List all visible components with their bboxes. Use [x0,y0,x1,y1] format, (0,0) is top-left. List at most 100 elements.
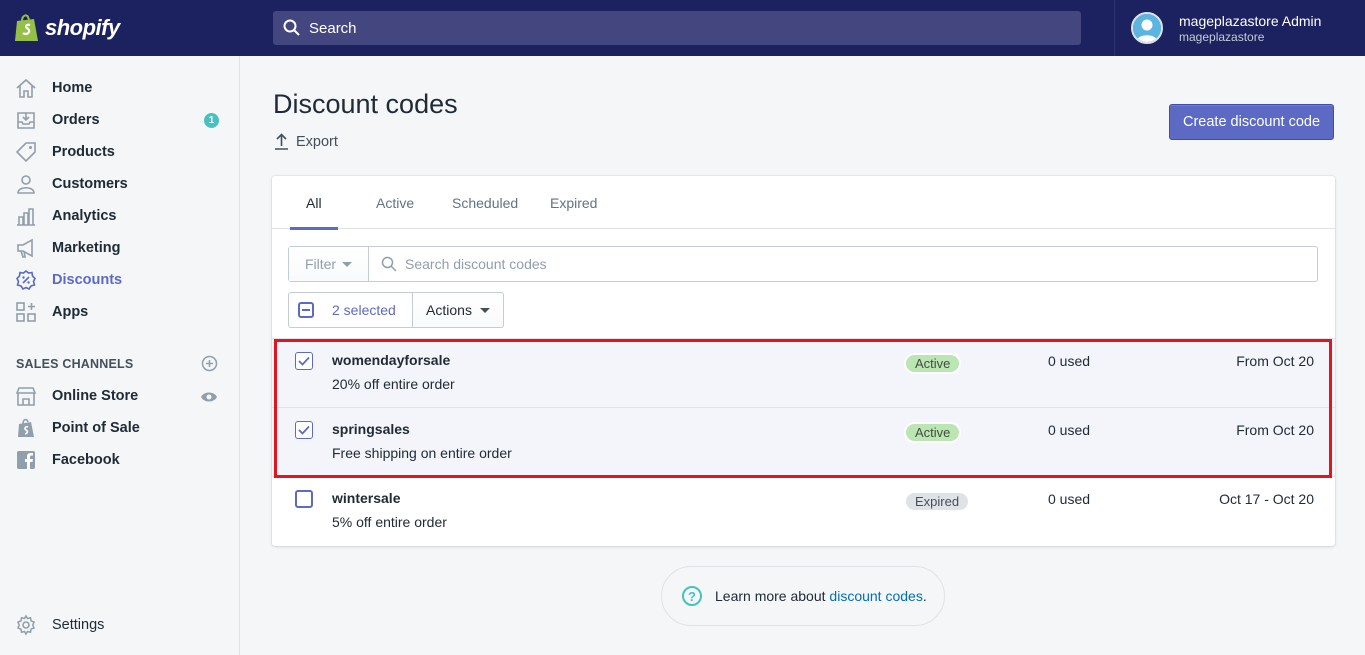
tag-icon [15,141,37,163]
row-checkbox[interactable] [295,421,313,439]
sidebar-item-facebook[interactable]: Facebook [0,444,239,476]
search-placeholder: Search discount codes [405,256,547,272]
indeterminate-checkbox[interactable] [298,302,314,318]
orders-count-badge: 1 [204,112,219,128]
sidebar-item-point-of-sale[interactable]: Point of Sale [0,412,239,444]
search-input[interactable]: Search [273,11,1081,45]
tab-all[interactable]: All [290,176,338,230]
usage-count: 0 used [1048,353,1091,369]
user-menu[interactable]: mageplazastore Admin mageplazastore [1114,0,1365,56]
discount-codes-card: All Active Scheduled Expired Filter Sear… [272,176,1335,546]
user-name: mageplazastore Admin [1179,12,1322,29]
brand-name: shopify [45,15,120,40]
sidebar-item-settings[interactable]: Settings [0,609,239,641]
table-row[interactable]: womendayforsale 20% off entire order Act… [272,338,1335,407]
date-range: From Oct 20 [1236,353,1314,369]
person-icon [15,173,37,195]
sidebar-item-label: Orders [52,112,100,128]
facebook-icon [15,449,37,471]
shopify-bag-icon [14,13,40,43]
page-title: Discount codes [273,89,458,119]
search-placeholder: Search [309,19,357,37]
create-discount-code-button[interactable]: Create discount code [1169,104,1334,140]
learn-more-callout: ? Learn more about discount codes. [661,566,945,626]
bar-chart-icon [15,205,37,227]
learn-more-prefix: Learn more about [715,588,826,604]
sidebar-item-label: Apps [52,304,89,320]
sidebar-item-label: Settings [52,617,105,633]
table-row[interactable]: wintersale 5% off entire order Expired 0… [272,476,1335,546]
shopify-logo[interactable]: shopify [0,0,240,56]
sidebar-item-products[interactable]: Products [0,136,239,168]
sidebar-item-home[interactable]: Home [0,72,239,104]
sidebar-item-apps[interactable]: Apps [0,296,239,328]
row-checkbox[interactable] [295,352,313,370]
status-badge: Active [904,422,962,443]
user-store: mageplazastore [1179,29,1265,44]
usage-count: 0 used [1048,422,1091,438]
bulk-select-toggle[interactable]: 2 selected [288,292,413,328]
table-row[interactable]: springsales Free shipping on entire orde… [272,407,1335,476]
sidebar-item-customers[interactable]: Customers [0,168,239,200]
export-button[interactable]: Export [274,133,338,150]
apps-icon [15,301,37,323]
sidebar-item-label: Discounts [52,272,123,288]
actions-label: Actions [426,302,472,318]
search-icon [381,256,397,272]
pos-bag-icon [15,417,37,439]
row-checkbox[interactable] [295,490,313,508]
discount-icon [15,269,37,291]
sidebar-item-label: Products [52,144,115,160]
tab-active[interactable]: Active [360,176,430,229]
sidebar-item-discounts[interactable]: Discounts [0,264,239,296]
sidebar-item-analytics[interactable]: Analytics [0,200,239,232]
discount-code[interactable]: springsales [332,421,410,437]
tab-expired[interactable]: Expired [534,176,613,229]
sidebar-item-label: Facebook [52,452,120,468]
actions-dropdown[interactable]: Actions [413,292,504,328]
orders-icon [15,109,37,131]
help-icon: ? [682,586,702,606]
selected-count: 2 selected [332,302,396,318]
filter-label: Filter [304,256,337,272]
usage-count: 0 used [1048,491,1091,507]
avatar [1131,12,1163,44]
sidebar-item-label: Analytics [52,208,117,224]
discount-codes-link[interactable]: discount codes [829,588,922,604]
checkmark-icon [298,425,310,435]
search-discount-codes-input[interactable]: Search discount codes [369,247,1317,281]
sidebar: Home Orders 1 Products Customers Analyti… [0,56,240,655]
sidebar-item-marketing[interactable]: Marketing [0,232,239,264]
sidebar-item-label: Customers [52,176,128,192]
filter-button[interactable]: Filter [289,247,369,281]
date-range: Oct 17 - Oct 20 [1219,491,1314,507]
tabs: All Active Scheduled Expired [272,176,1335,230]
tab-scheduled[interactable]: Scheduled [436,176,534,229]
discount-description: 5% off entire order [332,514,447,530]
megaphone-icon [15,237,37,259]
gear-icon [15,614,37,636]
discount-code[interactable]: womendayforsale [332,352,450,368]
discount-code[interactable]: wintersale [332,490,400,506]
sidebar-item-orders[interactable]: Orders 1 [0,104,239,136]
sidebar-item-label: Home [52,80,93,96]
filter-bar: Filter Search discount codes [288,246,1318,282]
caret-down-icon [342,261,353,267]
search-icon [283,19,300,36]
status-badge: Expired [904,491,971,512]
discount-description: 20% off entire order [332,376,455,392]
eye-icon[interactable] [200,390,218,406]
add-channel-icon[interactable] [201,355,218,375]
home-icon [15,77,37,99]
export-label: Export [296,133,338,150]
checkmark-icon [298,356,310,366]
discount-description: Free shipping on entire order [332,445,512,461]
export-icon [275,133,288,150]
top-bar: shopify Search mageplazastore Admin mage… [0,0,1365,56]
sales-channels-heading: SALES CHANNELS [16,357,134,371]
sidebar-item-label: Online Store [52,388,139,404]
date-range: From Oct 20 [1236,422,1314,438]
store-icon [15,385,37,407]
sidebar-item-label: Point of Sale [52,420,140,436]
caret-down-icon [479,307,490,313]
